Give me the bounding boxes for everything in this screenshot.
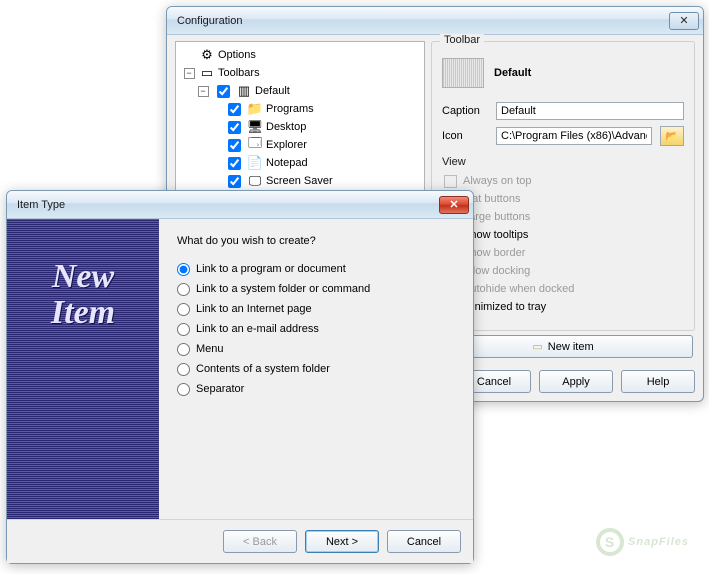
- new-item-icon: ▭: [532, 340, 542, 353]
- icon-path-input[interactable]: [496, 127, 652, 145]
- toolbar-preview-name: Default: [494, 67, 531, 79]
- configuration-titlebar[interactable]: Configuration ✕: [167, 7, 703, 35]
- snapfiles-watermark: S SnapFiles: [596, 528, 689, 556]
- item-type-titlebar[interactable]: Item Type ✕: [7, 191, 473, 219]
- item-type-label: Link to an e-mail address: [196, 323, 319, 335]
- view-option: Large buttons: [442, 208, 684, 226]
- toolbar-preview-swatch: [442, 58, 484, 88]
- item-type-dialog: Item Type ✕ NewItem What do you wish to …: [6, 190, 474, 564]
- watermark-icon: S: [596, 528, 624, 556]
- tree-label: Default: [255, 85, 290, 97]
- tree-item[interactable]: 🖥Desktop: [178, 118, 422, 136]
- item-type-radio[interactable]: [177, 323, 190, 336]
- tree-item[interactable]: 🗔Explorer: [178, 136, 422, 154]
- help-button[interactable]: Help: [621, 370, 695, 393]
- wizard-cancel-button[interactable]: Cancel: [387, 530, 461, 553]
- item-label: Programs: [266, 103, 314, 115]
- item-type-option[interactable]: Link to an e-mail address: [177, 319, 455, 339]
- configuration-title: Configuration: [177, 15, 242, 27]
- item-type-label: Menu: [196, 343, 224, 355]
- item-checkbox[interactable]: [228, 175, 241, 188]
- new-item-label: New item: [548, 341, 594, 353]
- view-option[interactable]: Minimized to tray: [442, 298, 684, 316]
- wizard-banner: NewItem: [7, 219, 159, 519]
- item-type-radio[interactable]: [177, 343, 190, 356]
- item-type-radio[interactable]: [177, 303, 190, 316]
- item-label: Explorer: [266, 139, 307, 151]
- toolbars-icon: ▭: [199, 65, 215, 81]
- wizard-question: What do you wish to create?: [177, 235, 455, 247]
- view-option-label: Autohide when docked: [463, 283, 574, 295]
- item-type-radio[interactable]: [177, 263, 190, 276]
- item-type-label: Link to a system folder or command: [196, 283, 370, 295]
- item-type-option[interactable]: Contents of a system folder: [177, 359, 455, 379]
- caption-label: Caption: [442, 105, 488, 117]
- item-checkbox[interactable]: [228, 121, 241, 134]
- close-icon[interactable]: ✕: [669, 12, 699, 30]
- item-type-label: Link to a program or document: [196, 263, 346, 275]
- item-type-option[interactable]: Link to an Internet page: [177, 299, 455, 319]
- wizard-banner-text: NewItem: [51, 259, 115, 330]
- caption-input[interactable]: [496, 102, 684, 120]
- view-checkbox: [444, 175, 457, 188]
- view-option: Always on top: [442, 172, 684, 190]
- tree-label: Options: [218, 49, 256, 61]
- view-option: Autohide when docked: [442, 280, 684, 298]
- watermark-text: SnapFiles: [628, 536, 689, 548]
- next-button[interactable]: Next >: [305, 530, 379, 553]
- item-icon: 🖥: [247, 119, 263, 135]
- item-label: Desktop: [266, 121, 306, 133]
- item-type-radio[interactable]: [177, 383, 190, 396]
- apply-button[interactable]: Apply: [539, 370, 613, 393]
- item-type-option[interactable]: Separator: [177, 379, 455, 399]
- tree-item[interactable]: 🖵Screen Saver: [178, 172, 422, 190]
- item-label: Screen Saver: [266, 175, 333, 187]
- view-option[interactable]: Show tooltips: [442, 226, 684, 244]
- item-label: Notepad: [266, 157, 308, 169]
- item-type-option[interactable]: Link to a program or document: [177, 259, 455, 279]
- item-checkbox[interactable]: [228, 157, 241, 170]
- tree-item[interactable]: 📄Notepad: [178, 154, 422, 172]
- toolbar-group-legend: Toolbar: [440, 34, 484, 46]
- browse-icon-button[interactable]: 📂: [660, 126, 684, 146]
- collapse-icon[interactable]: −: [198, 86, 209, 97]
- item-icon: 📁: [247, 101, 263, 117]
- close-icon[interactable]: ✕: [439, 196, 469, 214]
- tree-toolbars[interactable]: − ▭ Toolbars: [178, 64, 422, 82]
- view-option: Show border: [442, 244, 684, 262]
- view-option-label: Always on top: [463, 175, 531, 187]
- item-icon: 🗔: [247, 137, 263, 153]
- item-type-option[interactable]: Link to a system folder or command: [177, 279, 455, 299]
- view-option: Allow docking: [442, 262, 684, 280]
- item-type-label: Link to an Internet page: [196, 303, 312, 315]
- folder-icon: 📂: [665, 130, 679, 143]
- item-checkbox[interactable]: [228, 103, 241, 116]
- view-option: Flat buttons: [442, 190, 684, 208]
- item-icon: 🖵: [247, 173, 263, 189]
- back-button[interactable]: < Back: [223, 530, 297, 553]
- tree-default[interactable]: − ▥ Default: [178, 82, 422, 100]
- item-type-option[interactable]: Menu: [177, 339, 455, 359]
- toolbar-checkbox[interactable]: [217, 85, 230, 98]
- item-type-label: Separator: [196, 383, 244, 395]
- item-type-title: Item Type: [17, 199, 65, 211]
- tree-root[interactable]: ⚙ Options: [178, 46, 422, 64]
- item-type-radio[interactable]: [177, 283, 190, 296]
- item-type-radio[interactable]: [177, 363, 190, 376]
- toolbar-icon: ▥: [236, 83, 252, 99]
- view-label: View: [442, 156, 684, 168]
- options-icon: ⚙: [199, 47, 215, 63]
- item-type-label: Contents of a system folder: [196, 363, 330, 375]
- collapse-icon[interactable]: −: [184, 68, 195, 79]
- item-checkbox[interactable]: [228, 139, 241, 152]
- tree-item[interactable]: 📁Programs: [178, 100, 422, 118]
- item-icon: 📄: [247, 155, 263, 171]
- tree-label: Toolbars: [218, 67, 260, 79]
- icon-label: Icon: [442, 130, 488, 142]
- view-option-label: Minimized to tray: [463, 301, 546, 313]
